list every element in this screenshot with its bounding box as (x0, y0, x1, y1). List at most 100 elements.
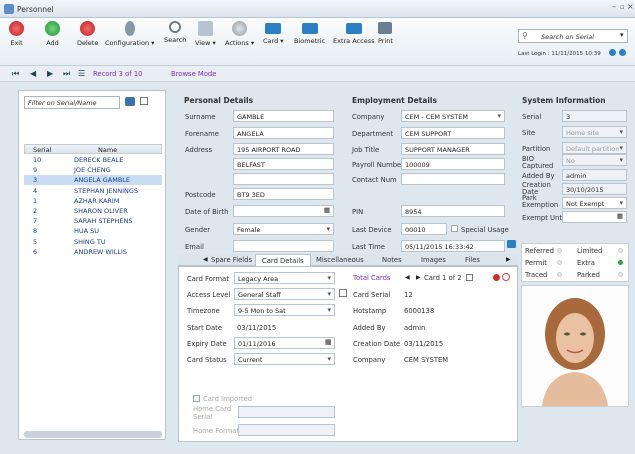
delete-card-icon[interactable] (493, 274, 500, 281)
contact-field[interactable] (401, 173, 505, 185)
tab-spare-fields[interactable]: Spare Fields (211, 256, 252, 264)
card-added-by-value: admin (404, 324, 426, 332)
partition-select: Default partition (562, 142, 627, 154)
info-icon[interactable] (619, 49, 626, 56)
search-input[interactable]: Search on Serial (541, 33, 594, 41)
calendar-icon[interactable]: ▦ (617, 212, 623, 220)
card-format-select[interactable]: Legacy Area (234, 272, 335, 284)
partition-label: Partition (522, 145, 551, 153)
access-level-select[interactable]: General Staff (234, 288, 335, 300)
postcode-field[interactable]: BT9 3ED (233, 188, 334, 200)
search-serial-box[interactable]: ⚲ Search on Serial ▾ (518, 29, 628, 43)
calendar-icon[interactable]: ▦ (324, 206, 330, 214)
list-icon[interactable]: ☰ (78, 69, 85, 78)
card-format-label: Card Format (187, 275, 230, 283)
list-item[interactable]: 6 ANDREW WILLIS (24, 247, 162, 257)
list-item-name: SARAH STEPHENS (74, 217, 133, 226)
maximize-icon[interactable]: ▫ (620, 3, 625, 11)
prev-record-icon[interactable]: ◀ (30, 69, 36, 78)
calendar-icon[interactable]: ▦ (325, 338, 332, 346)
list-item[interactable]: 2 SHARON OLIVER (24, 206, 162, 216)
configuration-button[interactable]: Configuration ▾ (105, 21, 154, 47)
list-item[interactable]: 10 DERECK BEALE (24, 155, 162, 165)
list-item[interactable]: 4 STEPHAN JENNINGS (24, 186, 162, 196)
extra-access-button[interactable]: Extra Access (333, 21, 374, 45)
horizontal-scrollbar[interactable] (24, 431, 162, 438)
company-select[interactable]: CEM - CEM SYSTEM (401, 110, 505, 122)
address-line-1[interactable]: 195 AIRPORT ROAD (233, 143, 334, 155)
view-icon (197, 21, 213, 36)
card-button[interactable]: Card ▾ (263, 21, 284, 45)
postcode-label: Postcode (185, 191, 216, 199)
bio-select: No (562, 154, 627, 166)
prev-card-icon[interactable]: ◀ (405, 274, 410, 281)
payroll-field[interactable]: 100009 (401, 158, 505, 170)
close-icon[interactable]: × (627, 2, 634, 11)
dob-field[interactable]: ▦ (233, 205, 334, 217)
column-serial[interactable]: Serial (33, 146, 51, 154)
list-item-serial: 4 (33, 186, 38, 195)
biometric-button[interactable]: Biometric (294, 21, 325, 45)
list-item[interactable]: 7 SARAH STEPHENS (24, 216, 162, 226)
park-exemption-select[interactable]: Not Exempt (562, 197, 627, 209)
last-record-icon[interactable]: ⏭ (63, 69, 70, 79)
traced-indicator (557, 272, 562, 277)
list-item[interactable]: 9 JOE CHENG (24, 165, 162, 175)
help-icon[interactable] (609, 49, 616, 56)
next-card-icon[interactable]: ▶ (416, 274, 421, 281)
card-status-select[interactable]: Current (234, 353, 335, 365)
tab-next-icon[interactable]: ▶ (506, 256, 511, 263)
address-line-3[interactable] (233, 173, 334, 185)
record-navigation-bar: ⏮ ◀ ▶ ⏭ ☰ Record 3 of 10 Browse Mode (0, 66, 635, 82)
exempt-until-field[interactable]: ▦ (562, 211, 627, 223)
print-button[interactable]: Print (378, 21, 393, 45)
traced-label: Traced (525, 271, 548, 279)
list-item[interactable]: 8 HUA SU (24, 226, 162, 236)
binoculars-icon[interactable] (125, 97, 135, 106)
tab-miscellaneous[interactable]: Miscellaneous (316, 256, 364, 264)
tab-prev-icon[interactable]: ◀ (203, 256, 208, 263)
surname-field[interactable]: GAMBLE (233, 110, 334, 122)
search-button[interactable]: Search (164, 21, 186, 44)
address-line-2[interactable]: BELFAST (233, 158, 334, 170)
personal-details-title: Personal Details (184, 96, 254, 105)
transaction-icon[interactable] (507, 240, 516, 248)
next-record-icon[interactable]: ▶ (47, 69, 53, 78)
email-field[interactable] (233, 240, 334, 252)
list-item[interactable]: 5 SHING TU (24, 237, 162, 247)
tab-files[interactable]: Files (465, 256, 480, 264)
jobtitle-field[interactable]: SUPPORT MANAGER (401, 143, 505, 155)
personnel-photo[interactable] (521, 285, 629, 407)
department-field[interactable]: CEM SUPPORT (401, 127, 505, 139)
filter-input[interactable]: Filter on Serial/Name (24, 96, 120, 109)
delete-button[interactable]: Delete (77, 21, 98, 47)
added-by-field: admin (562, 169, 627, 181)
special-usage-checkbox[interactable] (451, 225, 458, 232)
card-info-icon[interactable] (502, 273, 510, 281)
list-item[interactable]: 3 ANGELA GAMBLE (24, 175, 162, 185)
edit-access-icon[interactable] (339, 289, 347, 297)
forename-field[interactable]: ANGELA (233, 127, 334, 139)
expiry-date-field[interactable]: 01/11/2016 (234, 337, 335, 349)
list-item-serial: 1 (33, 196, 38, 205)
edit-filter-icon[interactable] (140, 97, 148, 105)
tab-images[interactable]: Images (421, 256, 446, 264)
actions-button[interactable]: Actions ▾ (225, 21, 254, 47)
add-button[interactable]: Add (45, 21, 60, 47)
exit-button[interactable]: Exit (9, 21, 24, 47)
edit-card-icon[interactable] (466, 274, 473, 281)
view-button[interactable]: View ▾ (195, 21, 216, 47)
minimize-icon[interactable]: – (612, 2, 616, 11)
gender-select[interactable]: Female (233, 223, 334, 235)
column-name[interactable]: Name (98, 146, 117, 154)
timezone-select[interactable]: 9-5 Mon to Sat (234, 304, 335, 316)
site-select: Home site (562, 126, 627, 138)
tab-notes[interactable]: Notes (382, 256, 402, 264)
list-item-serial: 6 (33, 247, 38, 256)
chevron-down-icon[interactable]: ▾ (620, 31, 624, 39)
payroll-label: Payroll Number (352, 161, 405, 169)
hotstamp-value: 6000138 (404, 307, 435, 315)
pin-field[interactable]: 8954 (401, 205, 505, 217)
list-item[interactable]: 1 AZHAR KARIM (24, 196, 162, 206)
first-record-icon[interactable]: ⏮ (12, 69, 19, 79)
